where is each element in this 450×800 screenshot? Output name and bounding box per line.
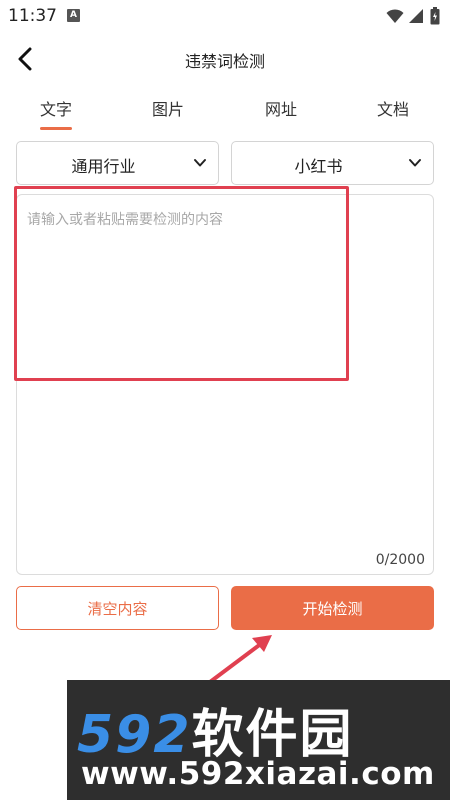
tab-document[interactable]: 文档 bbox=[377, 96, 409, 120]
platform-select[interactable]: 小红书 bbox=[231, 141, 434, 185]
active-tab-indicator bbox=[40, 127, 72, 130]
tab-bar: 文字 图片 网址 文档 bbox=[0, 92, 450, 132]
tab-image[interactable]: 图片 bbox=[152, 96, 184, 120]
chevron-down-icon bbox=[409, 159, 421, 167]
platform-select-value: 小红书 bbox=[294, 157, 343, 176]
status-time: 11:37 bbox=[8, 6, 57, 26]
page-title: 违禁词检测 bbox=[184, 52, 265, 71]
content-placeholder: 请输入或者粘贴需要检测的内容 bbox=[27, 212, 223, 228]
watermark-banner: 592软件园 www.592xiazai.com bbox=[67, 680, 450, 800]
app-header: 违禁词检测 bbox=[0, 34, 450, 84]
industry-select-value: 通用行业 bbox=[71, 157, 136, 176]
watermark-url: www.592xiazai.com bbox=[81, 756, 435, 792]
tab-url[interactable]: 网址 bbox=[265, 96, 297, 120]
clear-content-button[interactable]: 清空内容 bbox=[16, 586, 219, 630]
status-bar: 11:37 A bbox=[0, 0, 450, 34]
wifi-icon bbox=[386, 9, 404, 23]
tab-text[interactable]: 文字 bbox=[40, 96, 72, 120]
signal-icon bbox=[409, 9, 423, 23]
battery-icon bbox=[430, 7, 440, 25]
industry-select[interactable]: 通用行业 bbox=[16, 141, 219, 185]
chevron-down-icon bbox=[194, 159, 206, 167]
start-detection-button[interactable]: 开始检测 bbox=[231, 586, 434, 630]
content-textarea[interactable]: 请输入或者粘贴需要检测的内容 0/2000 bbox=[16, 194, 434, 575]
notification-icon: A bbox=[67, 9, 80, 22]
char-count: 0/2000 bbox=[375, 552, 425, 568]
